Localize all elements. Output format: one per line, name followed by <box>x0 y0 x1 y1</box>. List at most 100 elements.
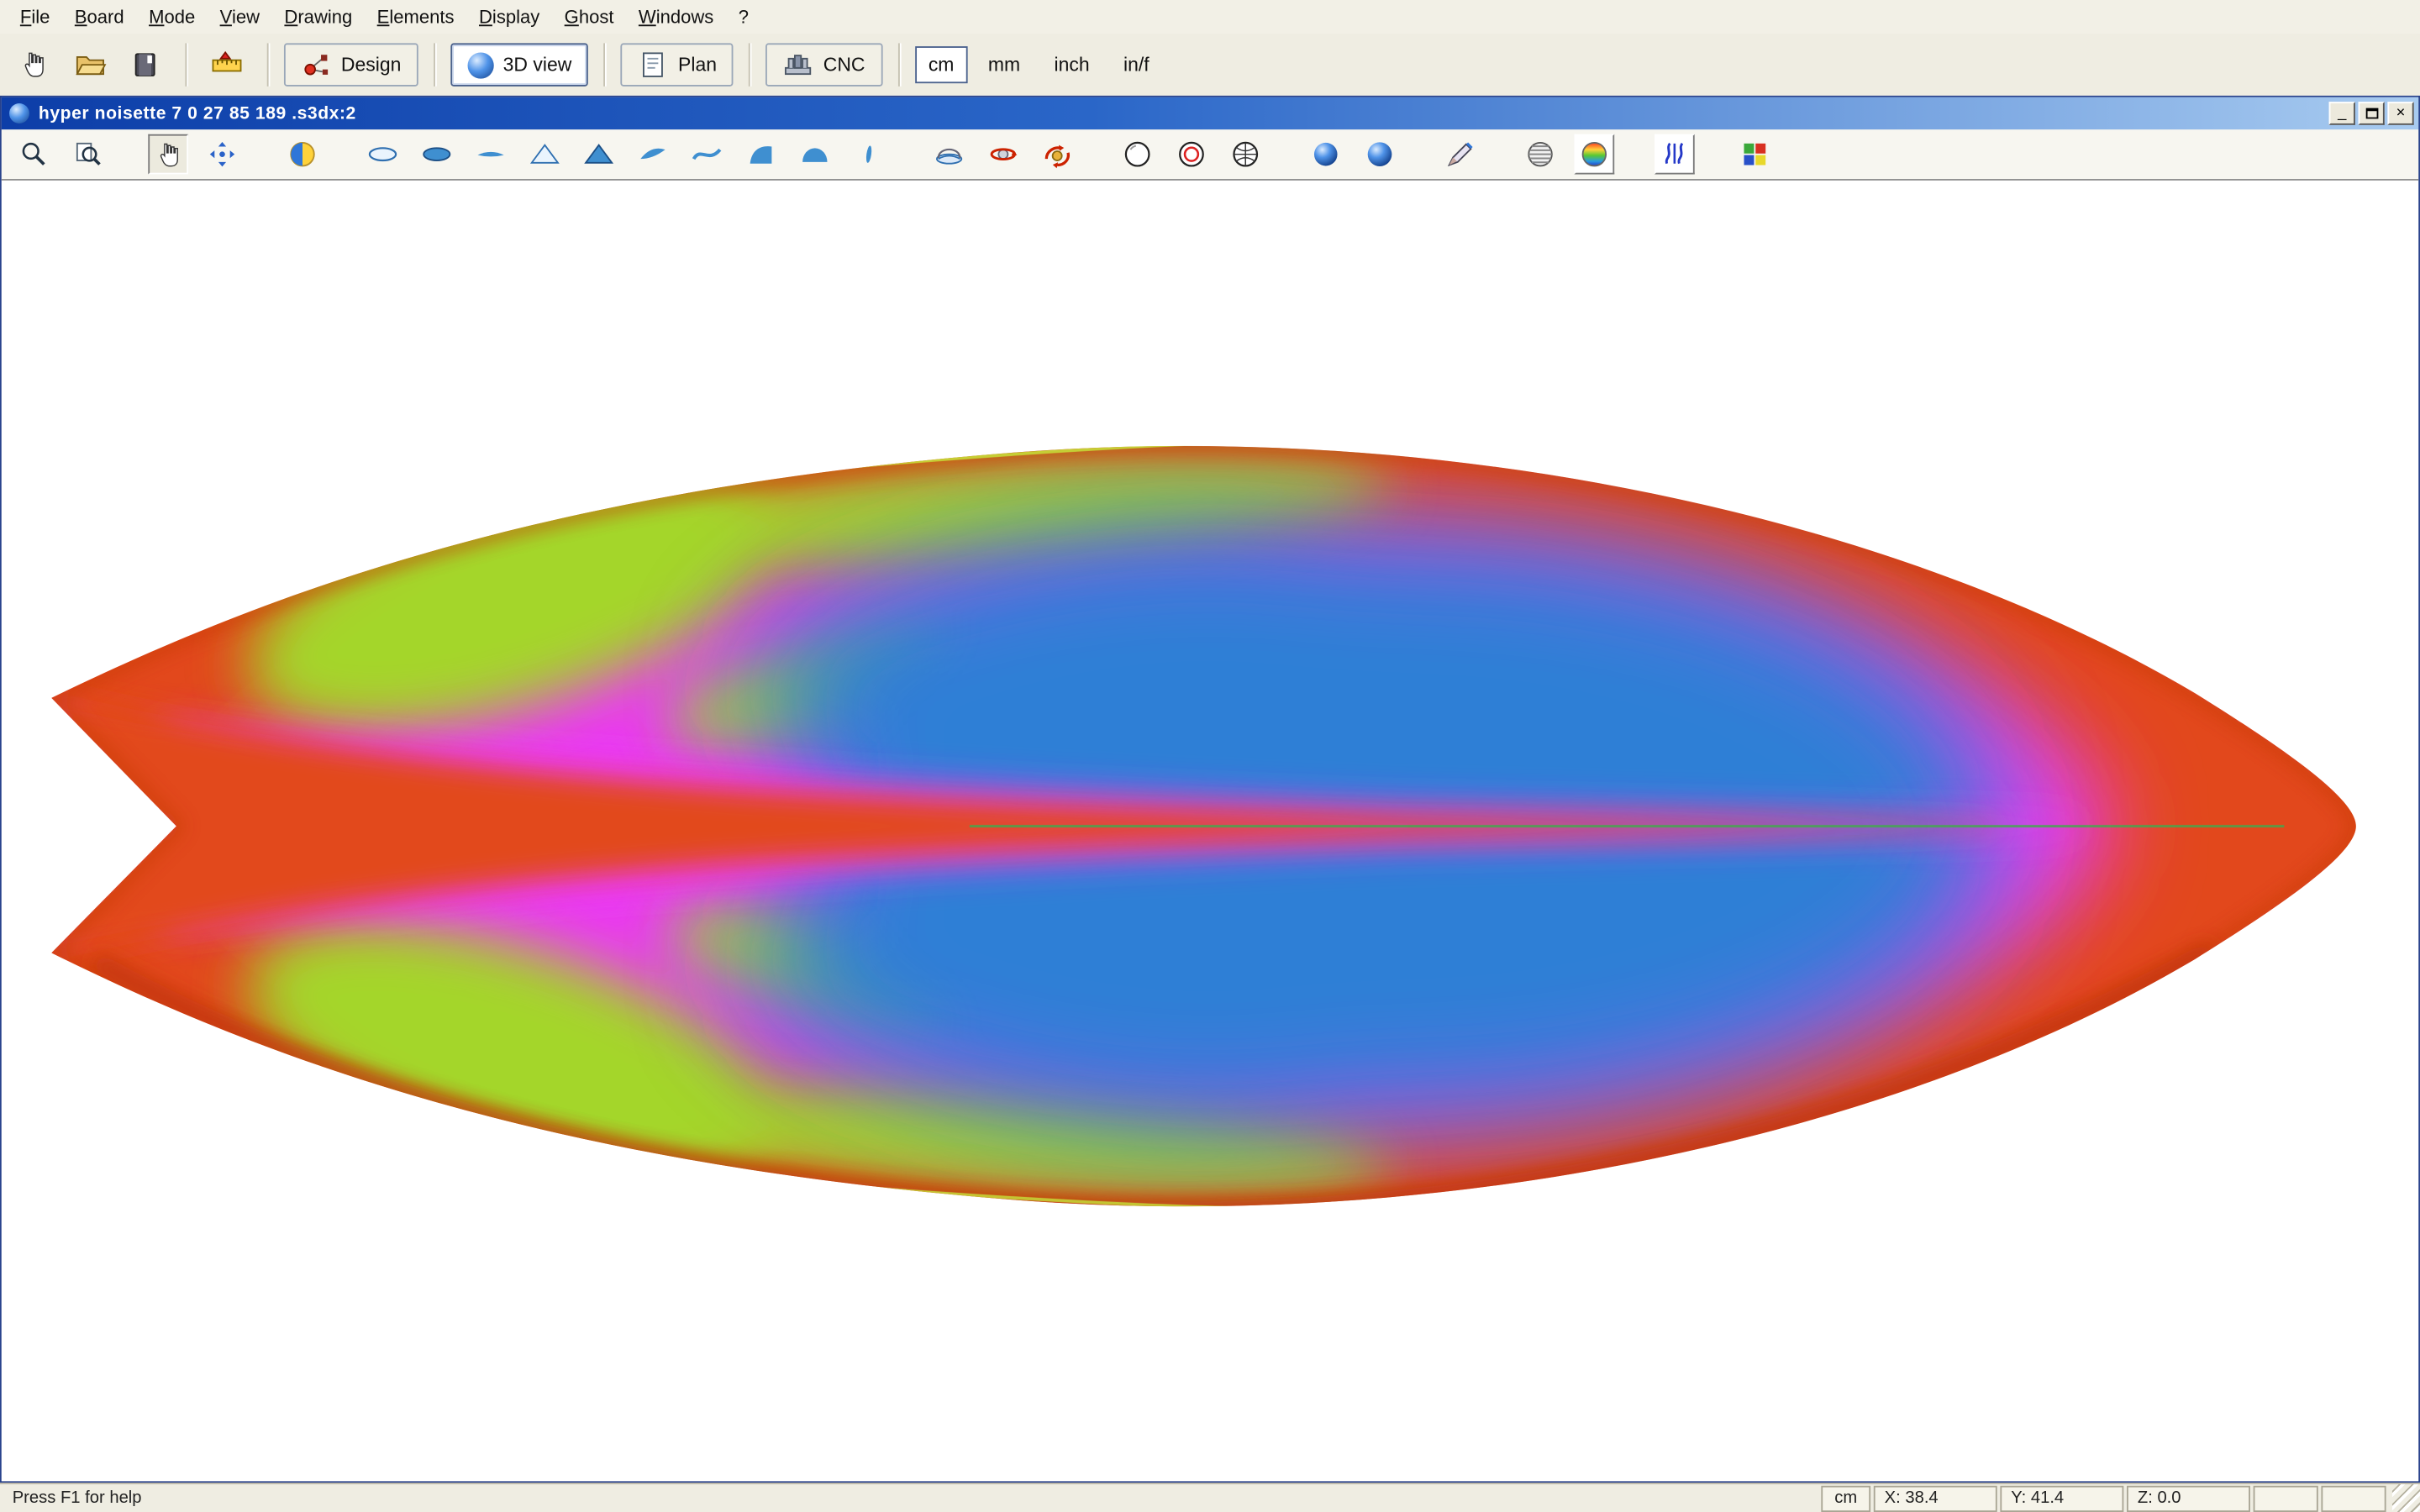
toolbar-separator <box>185 43 187 87</box>
rotate-y-axis-button[interactable] <box>983 134 1023 175</box>
toolbar-separator <box>749 43 751 87</box>
unit-cm-button[interactable]: cm <box>914 46 968 84</box>
design-nodes-icon <box>304 55 329 76</box>
status-z-coordinate: Z: 0.0 <box>2127 1484 2250 1512</box>
ellipse-filled-icon <box>423 147 451 161</box>
minimize-button[interactable]: _ <box>2328 102 2355 125</box>
hand-icon <box>24 52 44 77</box>
unit-inf-button[interactable]: in/f <box>1110 46 1164 83</box>
curvature-map-button[interactable] <box>1574 134 1615 175</box>
menu-drawing[interactable]: Drawing <box>274 3 364 31</box>
document-sphere-icon <box>9 103 29 123</box>
pan-hand-icon <box>159 142 178 166</box>
design-mode-button[interactable]: Design <box>283 43 418 87</box>
plan-mode-button[interactable]: Plan <box>621 43 734 87</box>
section-outline-view-button[interactable] <box>524 134 565 175</box>
rocker-curve-view-button[interactable] <box>687 134 727 175</box>
vertical-slice-view-button[interactable] <box>849 134 889 175</box>
toolbar-separator <box>897 43 899 87</box>
menu-help[interactable]: ? <box>728 3 760 31</box>
triangle-outline-icon <box>529 144 560 164</box>
zoom-button[interactable] <box>14 134 55 175</box>
document-titlebar[interactable]: hyper noisette 7 0 27 85 189 .s3dx:2 _ × <box>1 97 2419 130</box>
flow-lines-button[interactable] <box>1654 134 1695 175</box>
mesh-ball-button[interactable] <box>1225 134 1265 175</box>
half-ellipse-view-button[interactable] <box>795 134 835 175</box>
color-grid-button[interactable] <box>1734 134 1775 175</box>
resize-grip[interactable] <box>2391 1483 2420 1512</box>
status-y-coordinate: Y: 41.4 <box>2000 1484 2124 1512</box>
cnc-mode-label: CNC <box>823 54 865 76</box>
sphere-3d-icon <box>467 51 494 78</box>
app-window: File Board Mode View Drawing Elements Di… <box>0 0 2420 1512</box>
perspective-view-button[interactable] <box>929 134 970 175</box>
rotate-x-axis-button[interactable] <box>1037 134 1077 175</box>
wireframe-ball-button[interactable] <box>1118 134 1158 175</box>
unit-inch-button[interactable]: inch <box>1040 46 1103 83</box>
open-folder-icon <box>75 56 106 76</box>
status-empty-field <box>2321 1484 2386 1512</box>
color-mode-button[interactable] <box>282 134 323 175</box>
contour-lines-button[interactable] <box>1520 134 1560 175</box>
pointer-tool-button[interactable] <box>9 40 59 90</box>
marker-tool-button[interactable] <box>1440 134 1481 175</box>
vertical-slice-icon <box>865 145 872 163</box>
view-toolbar <box>1 129 2419 181</box>
outline-ball-button[interactable] <box>1171 134 1212 175</box>
flow-lines-icon <box>1665 142 1684 165</box>
viewport-3d[interactable] <box>1 180 2419 1482</box>
render-flat-button[interactable] <box>1306 134 1346 175</box>
magnifier-page-icon <box>76 142 101 165</box>
menu-ghost[interactable]: Ghost <box>554 3 625 31</box>
menu-board[interactable]: Board <box>64 3 135 31</box>
menu-elements[interactable]: Elements <box>366 3 466 31</box>
section-filled-view-button[interactable] <box>579 134 619 175</box>
view3d-mode-label: 3D view <box>502 54 572 76</box>
menu-windows[interactable]: Windows <box>628 3 724 31</box>
ellipse-filled-view-button[interactable] <box>417 134 457 175</box>
rainbow-sphere-icon <box>1581 141 1607 167</box>
color-drop-icon <box>290 141 315 167</box>
orbit-arrows-icon <box>209 141 235 167</box>
thickness-view-button[interactable] <box>471 134 511 175</box>
menu-display[interactable]: Display <box>468 3 550 31</box>
render-smooth-button[interactable] <box>1360 134 1400 175</box>
view3d-mode-button[interactable]: 3D view <box>450 43 589 87</box>
rotate-y-icon <box>990 148 1018 161</box>
open-file-button[interactable] <box>65 40 114 90</box>
magnifier-icon <box>22 142 45 165</box>
maximize-icon <box>2365 108 2378 119</box>
zoom-window-button[interactable] <box>68 134 108 175</box>
maximize-button[interactable] <box>2358 102 2385 125</box>
circle-red-ring-icon <box>1179 141 1204 167</box>
menu-file[interactable]: File <box>9 3 60 31</box>
notebook-icon <box>134 53 155 76</box>
ellipse-outline-view-button[interactable] <box>363 134 403 175</box>
status-help-text: Press F1 for help <box>12 1488 142 1508</box>
document-window: hyper noisette 7 0 27 85 189 .s3dx:2 _ × <box>0 95 2420 1483</box>
measure-tool-button[interactable] <box>203 40 252 90</box>
menu-mode[interactable]: Mode <box>138 3 206 31</box>
unit-mm-button[interactable]: mm <box>974 46 1034 83</box>
cnc-mode-button[interactable]: CNC <box>765 43 882 87</box>
toolbar-separator <box>433 43 435 87</box>
circle-outline-icon <box>1124 141 1150 167</box>
triangle-filled-icon <box>584 144 614 164</box>
window-controls: _ × <box>2328 102 2414 125</box>
close-button[interactable]: × <box>2387 102 2414 125</box>
fin-curve-view-button[interactable] <box>741 134 781 175</box>
rotate-view-button[interactable] <box>203 134 243 175</box>
save-file-button[interactable] <box>120 40 170 90</box>
menu-bar: File Board Mode View Drawing Elements Di… <box>0 0 2420 34</box>
thin-lens-icon <box>477 151 504 157</box>
slanted-lens-view-button[interactable] <box>633 134 673 175</box>
ruler-icon <box>211 50 241 72</box>
pan-tool-button[interactable] <box>148 134 189 175</box>
s-curve-icon <box>692 148 722 160</box>
rotate-x-icon <box>1044 144 1071 169</box>
cnc-machine-icon <box>785 55 812 76</box>
plan-page-icon <box>643 52 664 77</box>
menu-view[interactable]: View <box>209 3 271 31</box>
status-bar: Press F1 for help cm X: 38.4 Y: 41.4 Z: … <box>0 1483 2420 1512</box>
status-empty-field <box>2253 1484 2318 1512</box>
